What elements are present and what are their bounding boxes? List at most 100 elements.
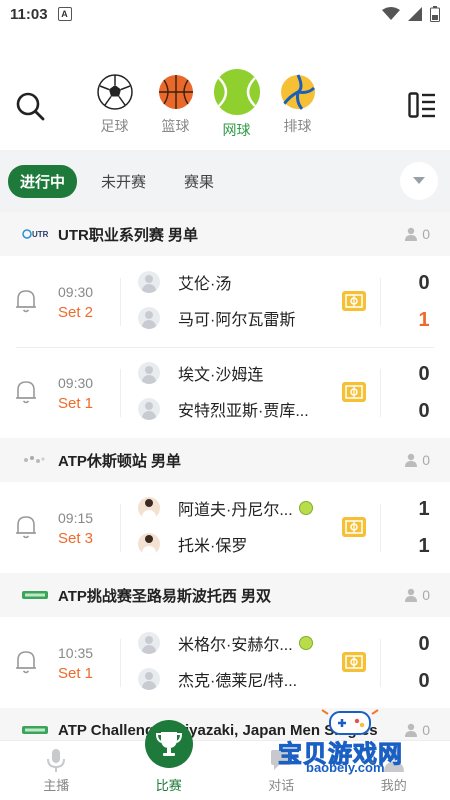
- tab-upcoming[interactable]: 未开赛: [87, 165, 160, 198]
- league-follow-count[interactable]: 0: [404, 722, 430, 738]
- sport-tab-tennis[interactable]: 网球: [206, 68, 267, 140]
- tab-live[interactable]: 进行中: [8, 164, 78, 198]
- atp-challenger-logo-icon: [22, 724, 50, 736]
- player-2: 托米·保罗: [138, 532, 247, 556]
- status-tabs: 进行中 未开赛 赛果: [0, 150, 450, 212]
- nav-matches[interactable]: 比赛: [113, 720, 226, 800]
- league-header[interactable]: ATP挑战赛圣路易斯波托西 男双 0: [0, 573, 450, 617]
- search-icon[interactable]: [14, 90, 46, 122]
- filter-dropdown-button[interactable]: [400, 162, 438, 200]
- player-1: 埃文·沙姆连: [138, 361, 263, 385]
- league-header[interactable]: UTR UTR职业系列赛 男单 0: [0, 212, 450, 256]
- score: 0: [418, 633, 430, 655]
- court-icon[interactable]: [342, 517, 366, 537]
- avatar: [138, 497, 160, 519]
- app-notification-icon: A: [57, 7, 72, 21]
- follow-count: 0: [422, 452, 430, 468]
- nav-label: 主播: [43, 778, 70, 793]
- match-list: UTR UTR职业系列赛 男单 0 09:30 Set 2 艾伦·汤 马可·阿尔…: [0, 212, 450, 740]
- basketball-icon: [158, 75, 193, 109]
- utr-logo-icon: UTR: [22, 228, 50, 240]
- league-follow-count[interactable]: 0: [404, 452, 430, 468]
- match-row[interactable]: 10:35 Set 1 米格尔·安赫尔... 杰克·德莱尼/特... 0 0: [0, 617, 450, 708]
- sport-tab-volleyball[interactable]: 排球: [267, 68, 328, 140]
- score: 0: [418, 272, 430, 294]
- match-set: Set 2: [58, 304, 94, 321]
- sport-label: 篮球: [161, 118, 190, 134]
- player-name: 马可·阿尔瓦雷斯: [178, 312, 296, 329]
- sport-label: 排球: [283, 118, 312, 134]
- player-name: 阿道夫·丹尼尔...: [178, 502, 293, 519]
- player-1: 艾伦·汤: [138, 270, 231, 294]
- player-2: 马可·阿尔瓦雷斯: [138, 306, 295, 330]
- nav-chat[interactable]: 对话: [225, 741, 338, 800]
- volleyball-icon: [280, 74, 315, 110]
- match-row[interactable]: 09:30 Set 2 艾伦·汤 马可·阿尔瓦雷斯 0 1: [0, 256, 450, 347]
- league-header[interactable]: ATP休斯顿站 男单 0: [0, 438, 450, 482]
- match-time: 09:30: [58, 375, 94, 391]
- player-name: 杰克·德莱尼/特...: [178, 673, 298, 690]
- sport-header: 足球 篮球 网球 排球: [0, 60, 450, 150]
- sidebar-menu-icon[interactable]: [408, 92, 436, 118]
- divider: [380, 639, 381, 687]
- sport-tab-basketball[interactable]: 篮球: [145, 68, 206, 140]
- sport-label: 网球: [222, 122, 251, 138]
- court-icon[interactable]: [342, 291, 366, 311]
- trophy-icon: [144, 720, 193, 768]
- court-icon[interactable]: [342, 652, 366, 672]
- score: 1: [418, 535, 430, 557]
- user-icon: [383, 749, 404, 772]
- serving-tennis-ball-icon: [298, 501, 313, 515]
- avatar: [138, 398, 160, 420]
- player-1: 阿道夫·丹尼尔...: [138, 496, 313, 520]
- nav-label: 我的: [380, 778, 407, 793]
- nav-label: 比赛: [155, 778, 182, 793]
- person-icon: [405, 723, 418, 737]
- bell-icon[interactable]: [14, 288, 38, 314]
- score: 0: [418, 363, 430, 385]
- chat-bubble-icon: [271, 750, 292, 770]
- chevron-down-icon: [413, 177, 425, 184]
- league-name: ATP挑战赛圣路易斯波托西 男双: [58, 587, 272, 605]
- avatar: [138, 271, 160, 293]
- league-follow-count[interactable]: 0: [404, 587, 430, 603]
- match-time: 10:35: [58, 645, 94, 661]
- nav-live[interactable]: 主播: [0, 741, 113, 800]
- match-row[interactable]: 09:15 Set 3 阿道夫·丹尼尔... 托米·保罗 1 1: [0, 482, 450, 573]
- signal-icon: [408, 7, 422, 21]
- divider: [120, 369, 121, 417]
- league-follow-count[interactable]: 0: [404, 226, 430, 242]
- player-name: 艾伦·汤: [178, 276, 232, 293]
- bell-icon[interactable]: [14, 514, 38, 540]
- match-set: Set 3: [58, 530, 94, 547]
- league-header[interactable]: ATP Challenger Miyazaki, Japan Men Singl…: [0, 708, 450, 740]
- nav-label: 对话: [268, 778, 295, 793]
- score: 1: [418, 309, 430, 331]
- tab-results[interactable]: 赛果: [170, 165, 228, 198]
- avatar: [138, 632, 160, 654]
- player-name: 米格尔·安赫尔...: [178, 637, 293, 654]
- nav-mine[interactable]: 我的: [338, 741, 450, 800]
- divider: [120, 504, 121, 552]
- divider: [120, 278, 121, 326]
- avatar: [138, 362, 160, 384]
- bottom-nav: 主播 比赛 对话 我的: [0, 720, 450, 800]
- bell-icon[interactable]: [14, 649, 38, 675]
- bell-icon[interactable]: [14, 379, 38, 405]
- serving-tennis-ball-icon: [298, 636, 313, 650]
- match-row[interactable]: 09:30 Set 1 埃文·沙姆连 安特烈亚斯·贾库... 0 0: [0, 347, 450, 438]
- avatar: [138, 668, 160, 690]
- follow-count: 0: [422, 722, 430, 738]
- court-icon[interactable]: [342, 382, 366, 402]
- match-time: 09:30: [58, 284, 94, 300]
- sport-tab-soccer[interactable]: 足球: [84, 68, 145, 140]
- tennis-ball-icon: [213, 69, 260, 115]
- league-logo-text: UTR: [32, 229, 49, 239]
- person-icon: [405, 588, 418, 602]
- follow-count: 0: [422, 226, 430, 242]
- divider: [380, 369, 381, 417]
- follow-count: 0: [422, 587, 430, 603]
- league-name: ATP休斯顿站 男单: [58, 452, 182, 470]
- wifi-icon: [382, 7, 400, 20]
- player-name: 安特烈亚斯·贾库...: [178, 403, 309, 420]
